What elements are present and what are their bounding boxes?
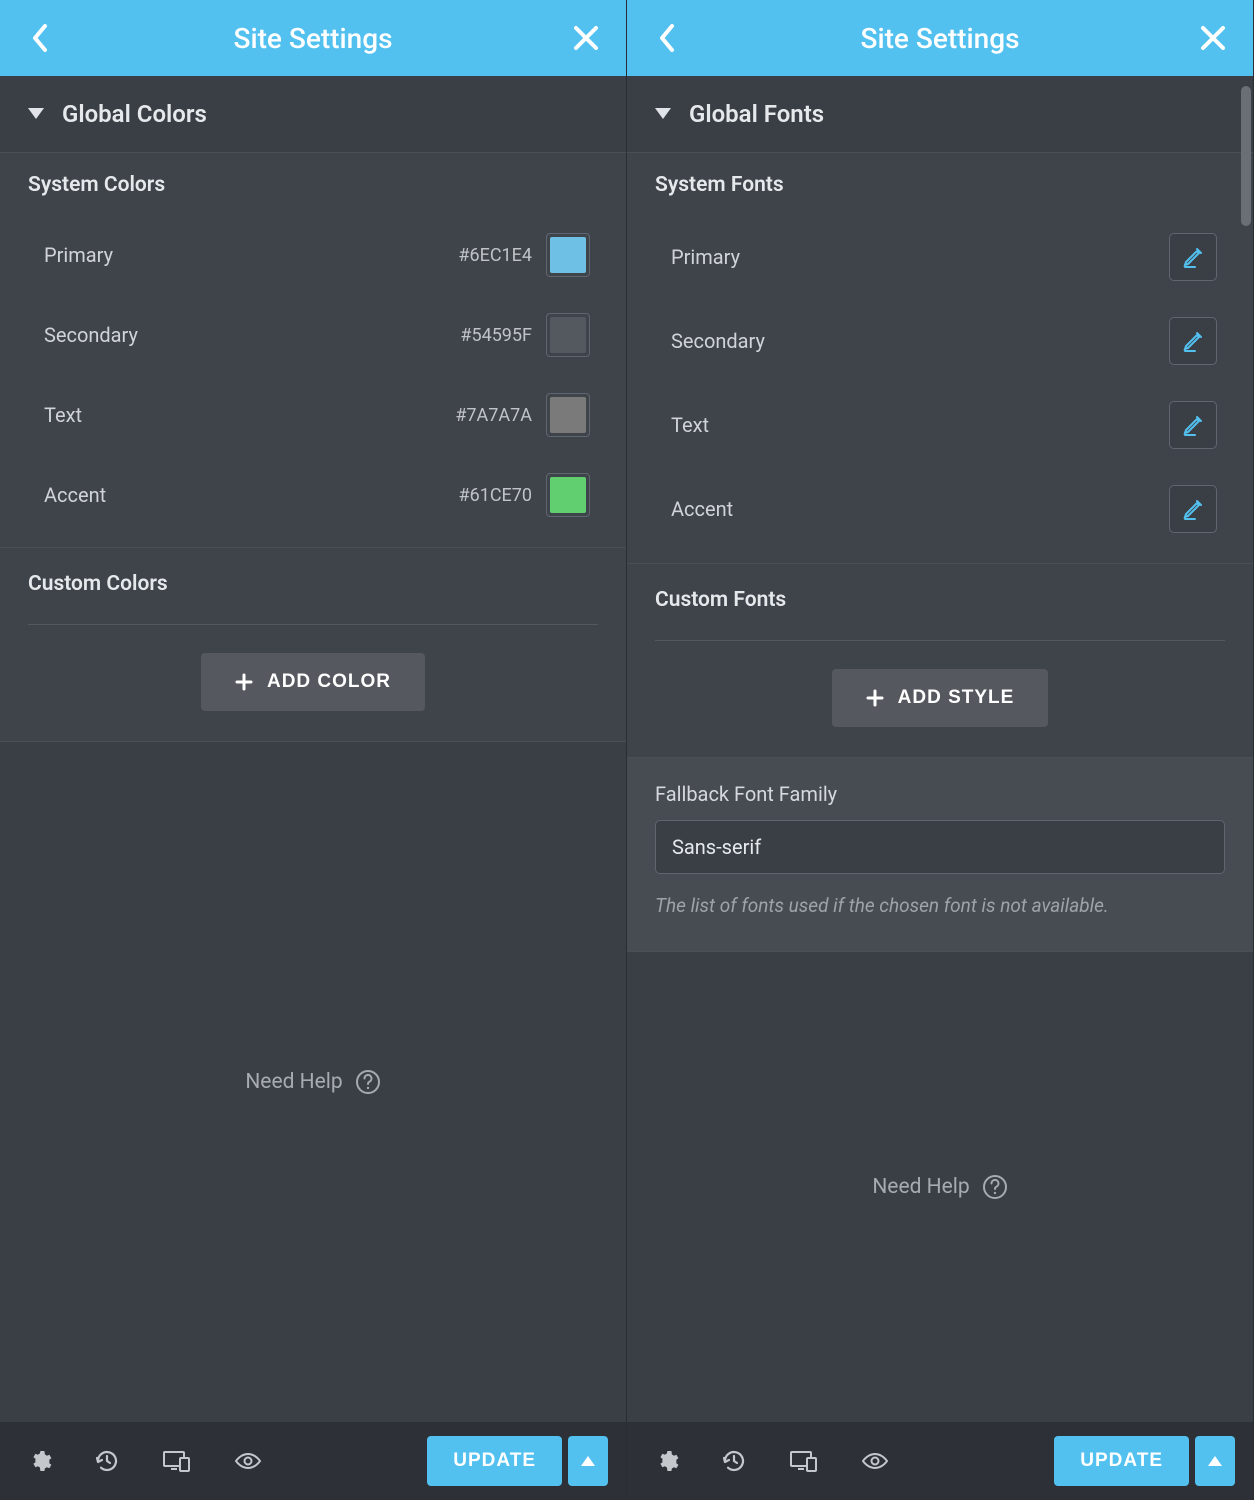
- fallback-font-section: Fallback Font Family Sans-serif The list…: [627, 758, 1253, 952]
- back-button[interactable]: [24, 22, 56, 54]
- color-label: Secondary: [44, 323, 460, 347]
- font-label: Text: [671, 413, 1169, 437]
- font-label: Secondary: [671, 329, 1169, 353]
- swatch-fill: [550, 237, 586, 273]
- custom-colors-title: Custom Colors: [28, 572, 598, 596]
- color-swatch-secondary[interactable]: [546, 313, 590, 357]
- color-swatch-accent[interactable]: [546, 473, 590, 517]
- footer-toolbar: UPDATE: [0, 1422, 626, 1500]
- font-row-text: Text: [655, 383, 1225, 467]
- fallback-label: Fallback Font Family: [655, 782, 1225, 806]
- color-hex: #61CE70: [459, 485, 533, 506]
- settings-icon[interactable]: [655, 1449, 679, 1473]
- back-button[interactable]: [651, 22, 683, 54]
- custom-fonts-section: Custom Fonts ADD STYLE: [627, 564, 1253, 758]
- need-help-link[interactable]: Need Help: [245, 1069, 380, 1095]
- header-title: Site Settings: [683, 22, 1197, 55]
- color-row-text: Text #7A7A7A: [28, 375, 598, 455]
- add-color-label: ADD COLOR: [267, 671, 391, 693]
- section-toggle-global-colors[interactable]: Global Colors: [0, 76, 626, 153]
- update-options-button[interactable]: [1195, 1436, 1235, 1486]
- system-fonts-section: System Fonts Primary Secondary Text Acce…: [627, 153, 1253, 564]
- color-label: Accent: [44, 483, 459, 507]
- system-fonts-title: System Fonts: [655, 173, 1225, 197]
- font-row-primary: Primary: [655, 215, 1225, 299]
- help-area: Need Help: [627, 952, 1253, 1423]
- section-title: Global Fonts: [689, 100, 824, 128]
- responsive-icon[interactable]: [162, 1449, 192, 1473]
- panel-global-colors: Site Settings Global Colors System Color…: [0, 0, 627, 1500]
- footer-toolbar: UPDATE: [627, 1422, 1253, 1500]
- panel-global-fonts: Site Settings Global Fonts System Fonts …: [627, 0, 1254, 1500]
- color-swatch-text[interactable]: [546, 393, 590, 437]
- color-label: Primary: [44, 243, 458, 267]
- color-label: Text: [44, 403, 455, 427]
- swatch-fill: [550, 397, 586, 433]
- update-button[interactable]: UPDATE: [1054, 1436, 1189, 1486]
- custom-fonts-title: Custom Fonts: [655, 588, 1225, 612]
- color-swatch-primary[interactable]: [546, 233, 590, 277]
- color-row-primary: Primary #6EC1E4: [28, 215, 598, 295]
- section-toggle-global-fonts[interactable]: Global Fonts: [627, 76, 1253, 153]
- color-hex: #54595F: [460, 325, 532, 346]
- history-icon[interactable]: [94, 1448, 120, 1474]
- color-hex: #7A7A7A: [455, 405, 532, 426]
- fallback-hint: The list of fonts used if the chosen fon…: [655, 892, 1225, 921]
- edit-font-button-text[interactable]: [1169, 401, 1217, 449]
- history-icon[interactable]: [721, 1448, 747, 1474]
- font-label: Primary: [671, 245, 1169, 269]
- caret-down-icon: [655, 105, 671, 124]
- system-colors-title: System Colors: [28, 173, 598, 197]
- divider: [28, 624, 598, 625]
- font-label: Accent: [671, 497, 1169, 521]
- close-button[interactable]: [570, 22, 602, 54]
- help-area: Need Help: [0, 742, 626, 1422]
- system-colors-section: System Colors Primary #6EC1E4 Secondary …: [0, 153, 626, 548]
- header-bar: Site Settings: [627, 0, 1253, 76]
- need-help-label: Need Help: [872, 1175, 969, 1199]
- header-title: Site Settings: [56, 22, 570, 55]
- fallback-font-select[interactable]: Sans-serif: [655, 820, 1225, 874]
- font-row-secondary: Secondary: [655, 299, 1225, 383]
- custom-colors-section: Custom Colors ADD COLOR: [0, 548, 626, 742]
- close-button[interactable]: [1197, 22, 1229, 54]
- color-row-accent: Accent #61CE70: [28, 455, 598, 535]
- edit-font-button-primary[interactable]: [1169, 233, 1217, 281]
- preview-icon[interactable]: [861, 1451, 889, 1471]
- add-style-label: ADD STYLE: [898, 687, 1015, 709]
- font-row-accent: Accent: [655, 467, 1225, 551]
- need-help-label: Need Help: [245, 1070, 342, 1094]
- edit-font-button-accent[interactable]: [1169, 485, 1217, 533]
- update-button[interactable]: UPDATE: [427, 1436, 562, 1486]
- caret-down-icon: [28, 105, 44, 124]
- swatch-fill: [550, 477, 586, 513]
- color-hex: #6EC1E4: [458, 245, 532, 266]
- need-help-link[interactable]: Need Help: [872, 1174, 1007, 1200]
- section-title: Global Colors: [62, 100, 207, 128]
- swatch-fill: [550, 317, 586, 353]
- add-color-button[interactable]: ADD COLOR: [201, 653, 425, 711]
- add-style-button[interactable]: ADD STYLE: [832, 669, 1049, 727]
- responsive-icon[interactable]: [789, 1449, 819, 1473]
- edit-font-button-secondary[interactable]: [1169, 317, 1217, 365]
- settings-icon[interactable]: [28, 1449, 52, 1473]
- scrollbar-thumb[interactable]: [1241, 86, 1251, 226]
- update-options-button[interactable]: [568, 1436, 608, 1486]
- color-row-secondary: Secondary #54595F: [28, 295, 598, 375]
- preview-icon[interactable]: [234, 1451, 262, 1471]
- divider: [655, 640, 1225, 641]
- header-bar: Site Settings: [0, 0, 626, 76]
